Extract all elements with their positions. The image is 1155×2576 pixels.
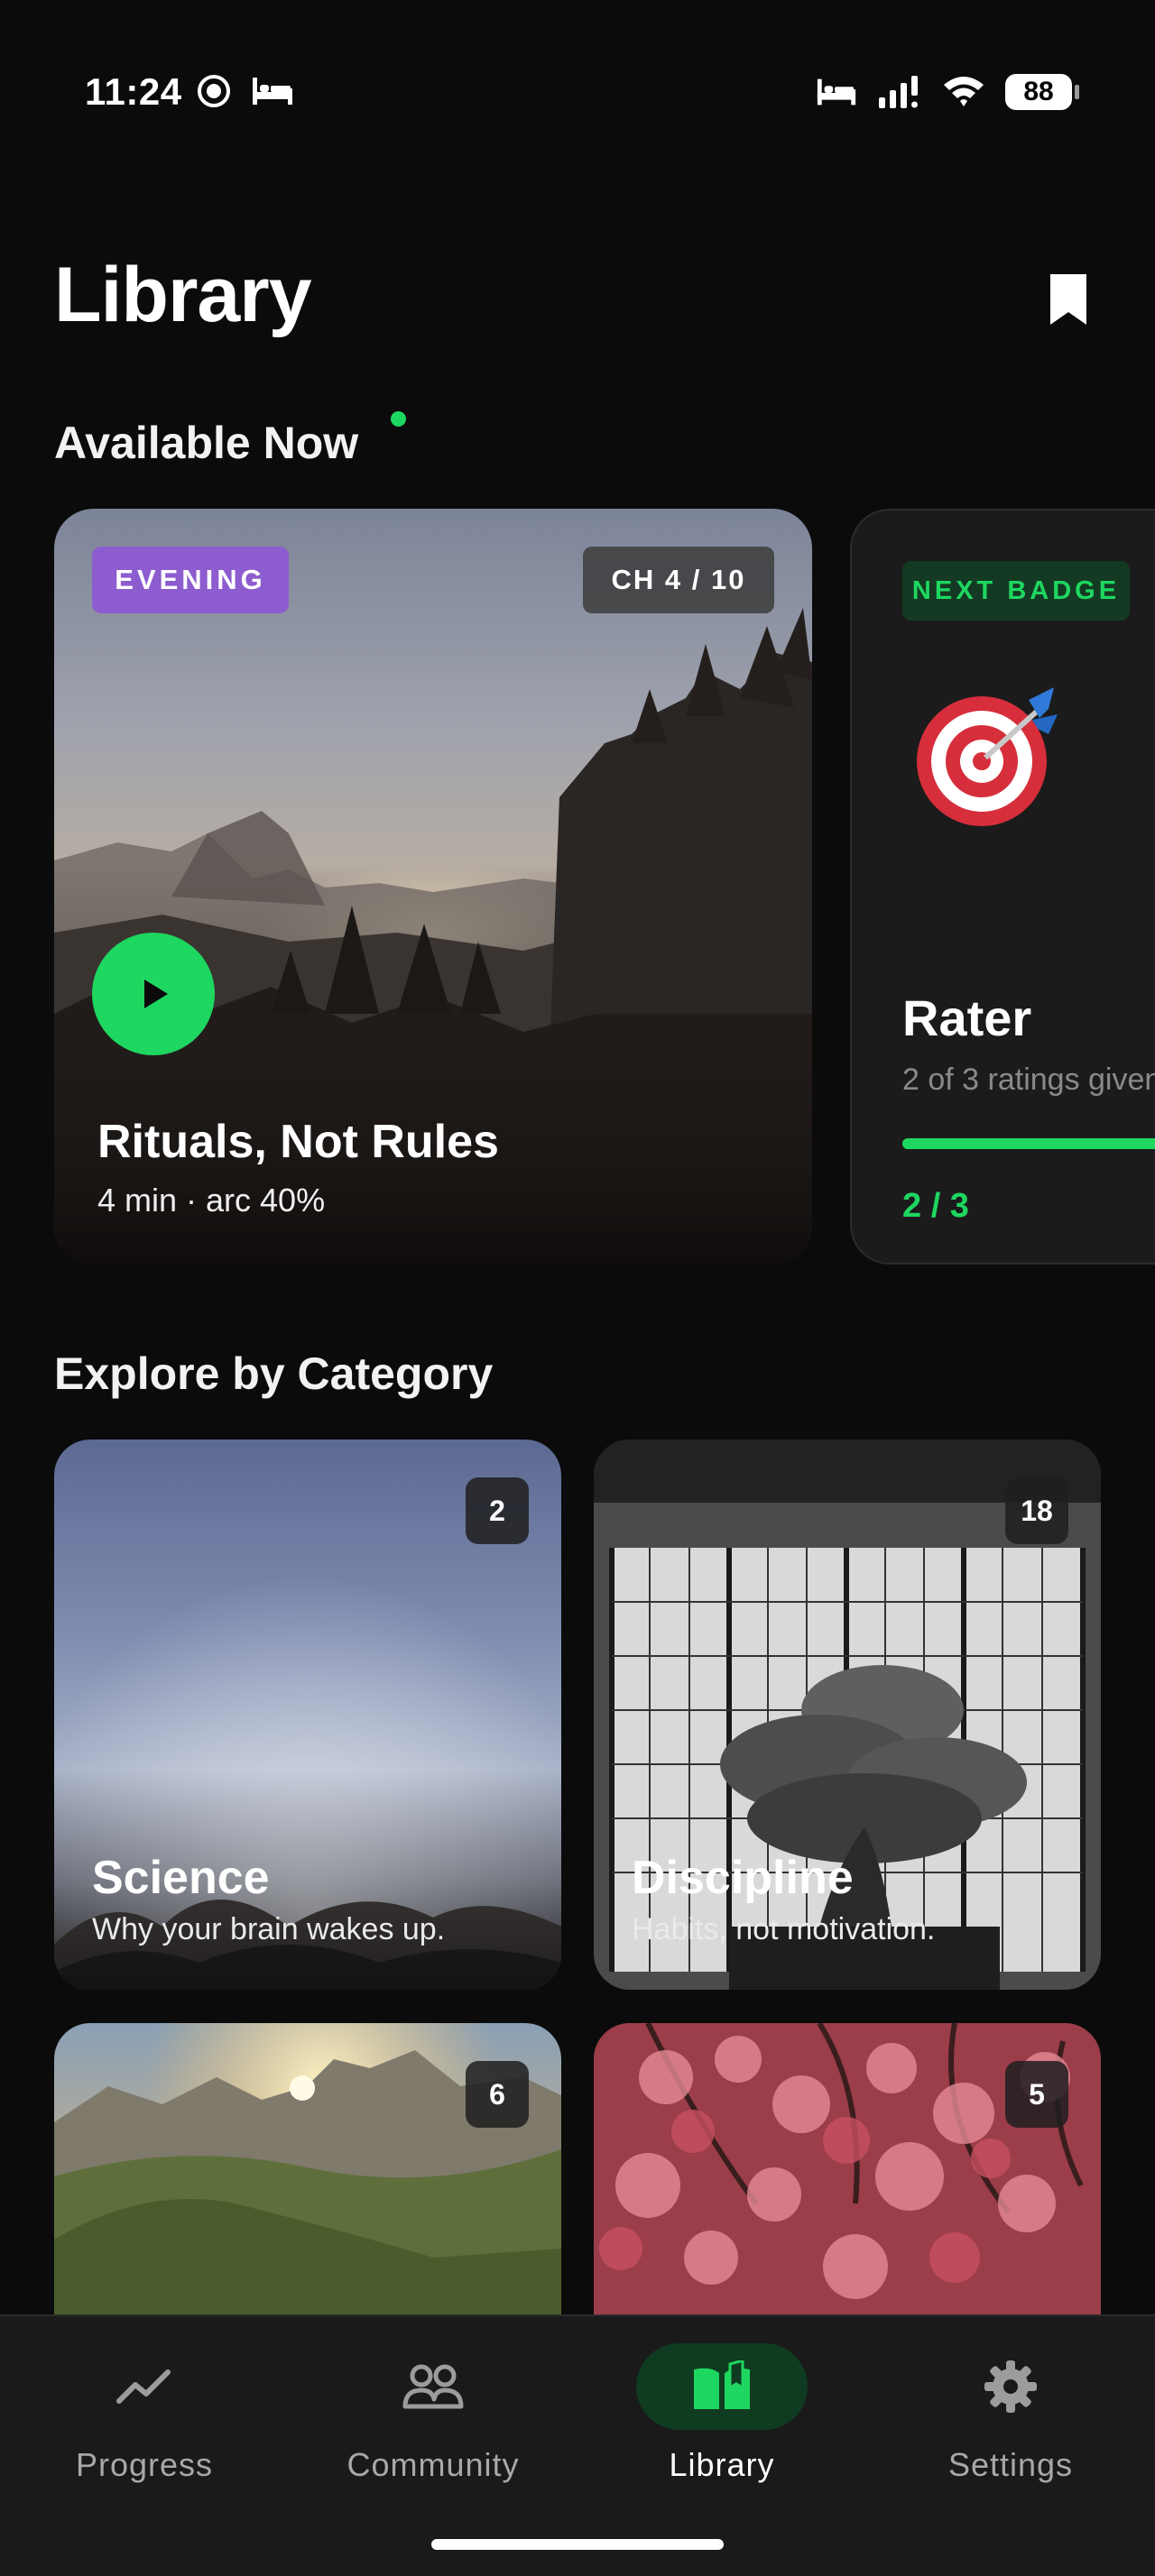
nav-icon-wrapper xyxy=(59,2343,230,2430)
next-badge-tag: NEXT BADGE xyxy=(902,561,1130,621)
category-title: Discipline xyxy=(632,1852,854,1904)
badge-description: 2 of 3 ratings given xyxy=(902,1063,1155,1097)
nav-item-settings[interactable]: Settings xyxy=(866,2343,1155,2497)
bookmark-icon[interactable] xyxy=(1043,271,1094,328)
wifi-icon xyxy=(944,77,984,106)
nav-label: Library xyxy=(669,2446,775,2483)
evening-tag: EVENING xyxy=(92,547,289,613)
bed-icon xyxy=(817,78,856,106)
nav-item-community[interactable]: Community xyxy=(289,2343,578,2497)
bed-icon xyxy=(253,78,292,105)
target-icon xyxy=(917,687,1058,826)
nav-icon-wrapper xyxy=(347,2343,519,2430)
status-right: 88 xyxy=(816,65,1079,119)
featured-story-title: Rituals, Not Rules xyxy=(97,1116,499,1168)
battery-icon: 88 xyxy=(1005,74,1079,110)
category-subtitle: Habits, not motivation. xyxy=(632,1912,936,1946)
status-time: 11:24 xyxy=(85,70,182,113)
category-card-science[interactable]: 2 Science Why your brain wakes up. xyxy=(54,1440,561,1990)
chapter-badge: CH 4 / 10 xyxy=(583,547,774,613)
featured-story-card[interactable]: EVENING CH 4 / 10 Rituals, Not Rules 4 m… xyxy=(54,509,812,1265)
book-icon xyxy=(694,2360,750,2409)
record-icon xyxy=(198,75,230,107)
category-count-badge: 18 xyxy=(1005,1477,1068,1544)
trend-icon xyxy=(116,2369,171,2404)
category-card-discipline[interactable]: 18 Discipline Habits, not motivation. xyxy=(594,1440,1101,1990)
nav-label: Community xyxy=(346,2446,520,2483)
nav-label: Settings xyxy=(947,2446,1074,2483)
category-subtitle: Why your brain wakes up. xyxy=(92,1912,446,1946)
nav-icon-wrapper xyxy=(925,2343,1096,2430)
bottom-navigation: Progress Community Library Settings xyxy=(0,2314,1155,2576)
status-bar: 11:24 88 xyxy=(0,0,1155,180)
play-icon xyxy=(144,980,168,1008)
section-title-categories: Explore by Category xyxy=(54,1348,494,1399)
badge-title: Rater xyxy=(902,989,1032,1046)
nav-item-library[interactable]: Library xyxy=(578,2343,866,2497)
people-icon xyxy=(402,2364,464,2409)
play-button[interactable] xyxy=(92,933,215,1055)
featured-story-meta: 4 min · arc 40% xyxy=(97,1182,326,1219)
nav-label: Progress xyxy=(75,2446,214,2483)
gear-icon xyxy=(984,2360,1037,2413)
live-indicator-dot xyxy=(391,411,406,427)
section-title-available-now: Available Now xyxy=(54,418,359,468)
category-title: Science xyxy=(92,1852,270,1904)
badge-progress-count: 2 / 3 xyxy=(902,1187,969,1225)
page-title: Library xyxy=(54,252,312,338)
category-count-badge: 2 xyxy=(466,1477,529,1544)
nav-icon-wrapper xyxy=(636,2343,808,2430)
signal-icon xyxy=(879,76,918,108)
category-count-badge: 6 xyxy=(466,2061,529,2128)
badge-progress-bar xyxy=(902,1138,1155,1149)
nav-item-progress[interactable]: Progress xyxy=(0,2343,289,2497)
category-count-badge: 5 xyxy=(1005,2061,1068,2128)
next-badge-card[interactable]: NEXT BADGE Rater 2 of 3 ratings given 2 … xyxy=(850,509,1155,1265)
home-indicator[interactable] xyxy=(431,2539,724,2550)
library-screen: 11:24 88 Library Available Now EVENING C… xyxy=(0,0,1155,2576)
badge-progress-fill xyxy=(902,1138,1155,1149)
